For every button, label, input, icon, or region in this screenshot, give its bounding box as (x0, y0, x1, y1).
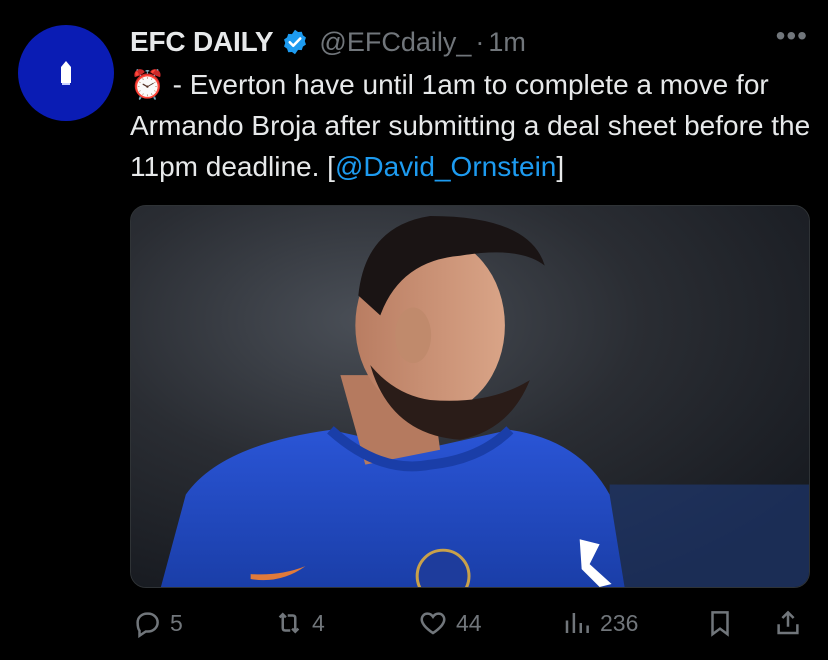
retweet-button[interactable]: 4 (274, 608, 325, 638)
reply-button[interactable]: 5 (132, 608, 183, 638)
player-photo-illustration (131, 206, 809, 587)
tweet-photo[interactable] (130, 205, 810, 588)
tweet-text: ⏰ - Everton have until 1am to complete a… (130, 64, 820, 187)
more-options-button[interactable]: ••• (776, 22, 808, 50)
bookmark-button[interactable] (705, 608, 735, 638)
tweet-header: EFC DAILY @EFCdaily_ · 1m ••• (130, 22, 808, 62)
views-chart-icon (565, 613, 589, 633)
verified-badge-icon (284, 29, 307, 55)
avatar[interactable] (18, 25, 114, 121)
views-button[interactable]: 236 (562, 608, 638, 638)
share-button[interactable] (773, 608, 803, 638)
tweet-text-suffix: ] (556, 151, 565, 182)
share-icon (777, 610, 799, 635)
tweet-actions: 5 4 44 236 (130, 600, 810, 646)
separator-dot: · (475, 26, 485, 57)
display-name[interactable]: EFC DAILY (130, 26, 274, 58)
retweet-icon (278, 612, 300, 634)
views-count: 236 (600, 609, 639, 636)
handle[interactable]: @EFCdaily_ (319, 27, 471, 58)
reply-count: 5 (170, 609, 183, 636)
like-button[interactable]: 44 (418, 608, 482, 638)
bookmark-icon (711, 611, 729, 637)
timestamp[interactable]: 1m (488, 27, 526, 58)
reply-icon (136, 612, 159, 638)
heart-icon (420, 612, 446, 635)
like-count: 44 (456, 609, 482, 636)
retweet-count: 4 (312, 609, 325, 636)
mention-link[interactable]: @David_Ornstein (335, 151, 556, 182)
club-tower-icon (61, 61, 71, 85)
